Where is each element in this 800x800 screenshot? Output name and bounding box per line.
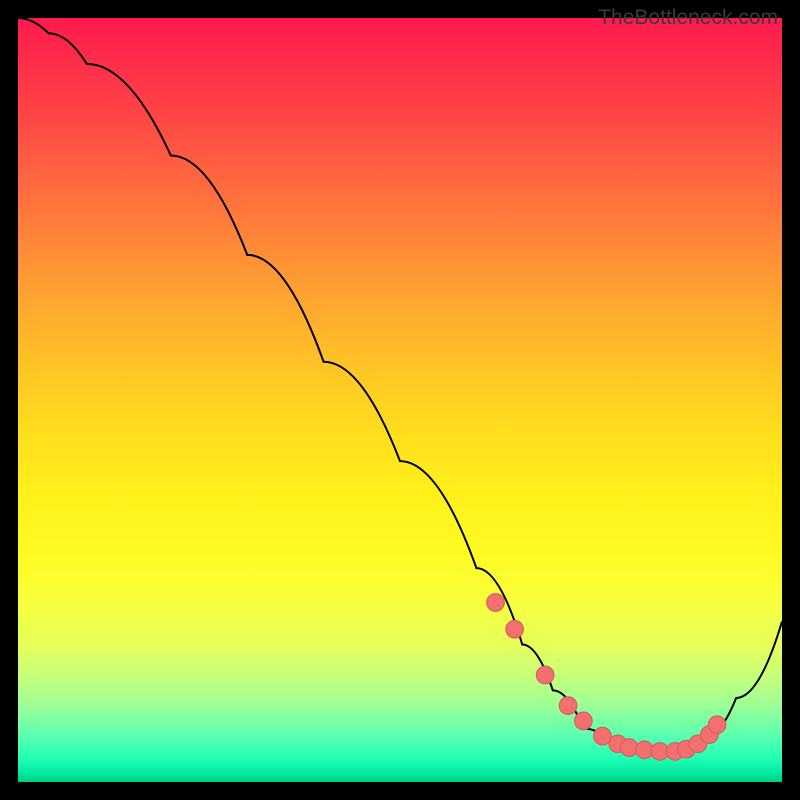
optimal-marker xyxy=(708,716,726,734)
optimal-marker xyxy=(620,739,638,757)
chart-svg xyxy=(18,18,782,782)
optimal-marker xyxy=(487,594,505,612)
plot-area xyxy=(18,18,782,782)
optimal-markers-group xyxy=(487,594,726,761)
optimal-marker xyxy=(559,697,577,715)
watermark-label: TheBottleneck.com xyxy=(598,6,778,30)
optimal-marker xyxy=(506,620,524,638)
optimal-marker xyxy=(536,666,554,684)
bottleneck-curve xyxy=(18,18,782,751)
optimal-marker xyxy=(575,712,593,730)
bottleneck-curve-group xyxy=(18,18,782,751)
